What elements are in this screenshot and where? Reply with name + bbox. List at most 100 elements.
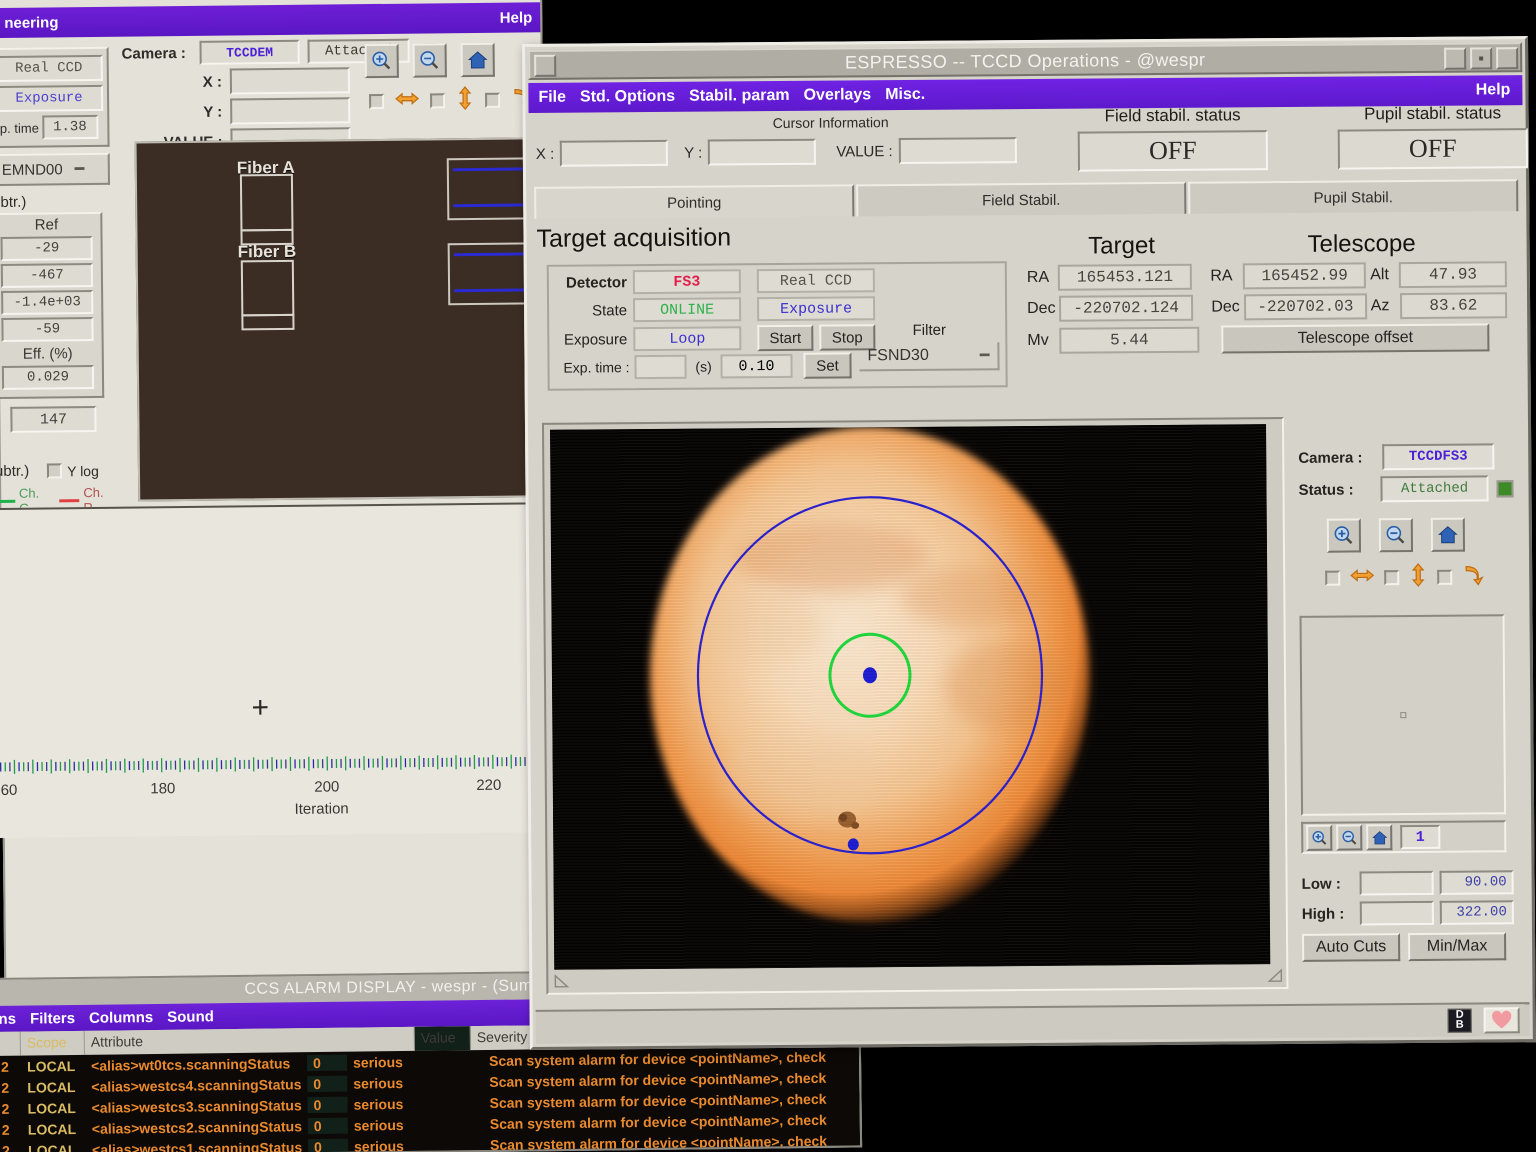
- menu-help[interactable]: Help: [1476, 81, 1523, 99]
- cursor-value-input[interactable]: [899, 137, 1017, 164]
- menu-stabil-param[interactable]: Stabil. param: [689, 87, 790, 106]
- legend-swatch-ch-g: [0, 499, 15, 502]
- telescope-offset-button[interactable]: Telescope offset: [1221, 323, 1489, 353]
- menu-overlays[interactable]: Overlays: [804, 86, 872, 105]
- telescope-az-value: 83.62: [1400, 292, 1508, 319]
- target-mv-label: Mv: [1027, 332, 1055, 350]
- bg-flip-v-checkbox[interactable]: [430, 93, 445, 108]
- bg-real-ccd-field: Real CCD: [0, 55, 103, 82]
- engineering-plot[interactable]: + 160 180 200 220 Iteration: [0, 502, 543, 838]
- alarm-row-attribute: <alias>westcs2.scanningStatus: [86, 1118, 308, 1137]
- thumb-zoom-out-icon[interactable]: [1336, 824, 1362, 850]
- alarm-row-value: 0: [307, 1096, 347, 1112]
- bg-camera-name: TCCDEM: [199, 40, 299, 65]
- camera-value: TCCDFS3: [1382, 443, 1494, 470]
- set-button[interactable]: Set: [803, 352, 851, 378]
- plot-xtick-2: 200: [314, 778, 339, 795]
- exposure-label: Exposure: [553, 331, 627, 349]
- zoom-in-icon[interactable]: [1327, 518, 1361, 552]
- menu-misc[interactable]: Misc.: [885, 86, 925, 104]
- auto-cuts-button[interactable]: Auto Cuts: [1302, 933, 1400, 962]
- cursor-value-label: VALUE :: [836, 143, 893, 160]
- flip-horizontal-icon[interactable]: [1349, 565, 1375, 590]
- bg-exposure-field: Exposure: [0, 85, 103, 112]
- main-statusbar: D B: [536, 1002, 1530, 1044]
- bg-x-input[interactable]: [230, 67, 350, 94]
- alarm-col-num[interactable]: [0, 1032, 21, 1056]
- bg-zoom-in-icon[interactable]: [365, 44, 399, 78]
- heart-icon[interactable]: [1484, 1007, 1520, 1033]
- alarm-row-attribute: <alias>westcs4.scanningStatus: [85, 1076, 307, 1095]
- exposure-value: Loop: [633, 326, 741, 351]
- bg-flip-horizontal-icon[interactable]: [394, 89, 420, 114]
- bg-flip-h-checkbox[interactable]: [369, 94, 384, 109]
- alarm-col-scope[interactable]: Scope: [21, 1031, 85, 1056]
- bg-flip-vertical-icon[interactable]: [455, 85, 475, 116]
- database-icon[interactable]: D B: [1448, 1009, 1472, 1033]
- start-button[interactable]: Start: [757, 325, 813, 351]
- flip-vertical-icon[interactable]: [1408, 562, 1428, 593]
- alarm-row-gap: [432, 1145, 484, 1146]
- tab-pupil-stabil[interactable]: Pupil Stabil.: [1188, 179, 1518, 214]
- alarm-col-value[interactable]: Value: [415, 1026, 471, 1051]
- tab-field-stabil[interactable]: Field Stabil.: [856, 182, 1186, 217]
- window-minimize-button[interactable]: [534, 55, 556, 77]
- bg-ylog-checkbox[interactable]: [47, 463, 62, 478]
- bg-zoom-out-icon[interactable]: [413, 43, 447, 77]
- exp-time-input[interactable]: [634, 355, 686, 379]
- rotate-checkbox[interactable]: [1437, 570, 1452, 585]
- star-image-canvas[interactable]: [550, 424, 1270, 970]
- bg-y-label: Y :: [122, 103, 230, 121]
- cursor-y-input[interactable]: [708, 139, 816, 166]
- camera-label: Camera :: [1298, 449, 1374, 467]
- tab-bar: Pointing Field Stabil. Pupil Stabil.: [534, 179, 1520, 221]
- window-close-button[interactable]: [1496, 47, 1518, 69]
- engineering-window: neering Help Real CCD Exposure xp. time …: [0, 0, 552, 1000]
- menu-std-options[interactable]: Std. Options: [580, 88, 675, 107]
- state-value: ONLINE: [633, 297, 741, 322]
- telescope-ra-value: 165452.99: [1243, 262, 1366, 289]
- camera-status-led: [1497, 480, 1514, 497]
- bg-detector-select[interactable]: EMND00 ━: [0, 153, 110, 186]
- alarm-row-gap: [432, 1124, 484, 1125]
- bg-home-icon[interactable]: [461, 43, 495, 77]
- bg-y-input[interactable]: [230, 97, 350, 124]
- exp-time-display: 0.10: [720, 354, 792, 379]
- tab-pointing[interactable]: Pointing: [534, 184, 854, 219]
- main-titlebar[interactable]: ESPRESSO -- TCCD Operations - @wespr: [528, 42, 1522, 80]
- image-resize-handle-right[interactable]: [1264, 967, 1282, 983]
- alarm-menu-item-1[interactable]: Filters: [30, 1009, 75, 1027]
- flip-horizontal-checkbox[interactable]: [1325, 571, 1340, 586]
- engineering-image-display[interactable]: Fiber A Fiber B: [135, 137, 534, 501]
- bg-camera-label: Camera :: [122, 44, 200, 62]
- alarm-menu-item-2[interactable]: Columns: [89, 1009, 153, 1027]
- high-input[interactable]: [1360, 901, 1434, 926]
- star-image-svg: [550, 424, 1270, 970]
- home-icon[interactable]: [1431, 518, 1465, 552]
- alarm-menu-item-0[interactable]: ns: [0, 1010, 16, 1027]
- thumb-home-icon[interactable]: [1366, 824, 1392, 850]
- espresso-tccd-window: ESPRESSO -- TCCD Operations - @wespr Fil…: [522, 36, 1536, 1050]
- filter-dropdown[interactable]: FSND30 ━: [859, 342, 999, 371]
- alarm-col-attribute[interactable]: Attribute: [85, 1027, 415, 1055]
- tab-field-stabil-label: Field Stabil.: [982, 191, 1061, 209]
- thumbnail-display[interactable]: [1300, 614, 1507, 816]
- bg-subtr-label: ubtr.): [0, 193, 110, 211]
- zoom-out-icon[interactable]: [1379, 518, 1413, 552]
- alarm-row-scope: LOCAL: [22, 1141, 86, 1152]
- rotate-icon[interactable]: [1461, 562, 1485, 591]
- cursor-x-input[interactable]: [560, 140, 668, 167]
- low-input[interactable]: [1360, 871, 1434, 896]
- image-resize-handle[interactable]: [554, 973, 572, 989]
- flip-vertical-checkbox[interactable]: [1384, 570, 1399, 585]
- thumb-zoom-in-icon[interactable]: [1306, 825, 1332, 851]
- window-restore-button[interactable]: [1444, 48, 1466, 70]
- window-maximize-button[interactable]: [1470, 47, 1492, 69]
- engineering-help-menu[interactable]: Help: [500, 9, 533, 26]
- cursor-information-group: Cursor Information X : Y : VALUE :: [536, 113, 1066, 167]
- menu-file[interactable]: File: [538, 89, 566, 107]
- alarm-row-severity: serious: [347, 1053, 431, 1070]
- bg-rotate-checkbox[interactable]: [485, 93, 500, 108]
- min-max-button[interactable]: Min/Max: [1408, 932, 1506, 961]
- alarm-menu-item-3[interactable]: Sound: [167, 1008, 214, 1026]
